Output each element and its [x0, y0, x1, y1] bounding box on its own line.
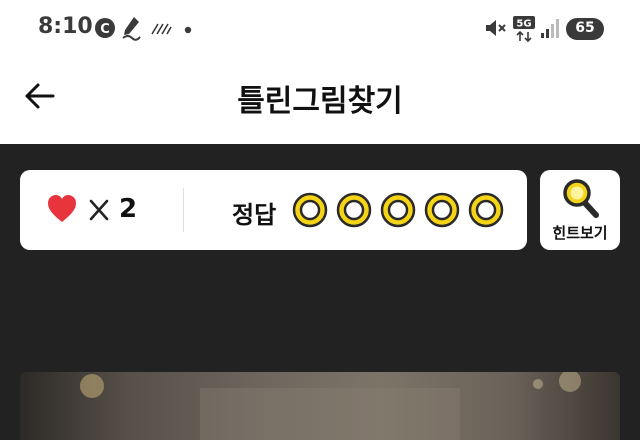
network-label: 5G — [516, 19, 531, 30]
app-bar: 틀린그림찾기 — [0, 60, 640, 144]
lives-indicator — [48, 195, 109, 222]
battery-level: 65 — [575, 20, 595, 36]
signal-icon — [541, 19, 559, 38]
page-title: 틀린그림찾기 — [237, 84, 403, 119]
lives-count: 2 — [119, 194, 138, 224]
hint-button[interactable]: 힌트보기 — [540, 170, 620, 250]
pen-icon — [122, 17, 141, 41]
heart-icon — [48, 195, 76, 222]
puzzle-photo — [80, 372, 581, 440]
answer-label: 정답 — [232, 201, 277, 229]
answer-ring — [336, 192, 372, 228]
status-bar: 8:10 C 5G 65 — [0, 0, 640, 60]
c-badge-icon: C — [95, 18, 115, 38]
dot-icon — [184, 26, 192, 34]
svg-text:C: C — [100, 22, 110, 37]
puzzle-image[interactable] — [20, 372, 620, 440]
answer-ring — [380, 192, 416, 228]
answer-ring — [292, 192, 328, 228]
answer-rings — [292, 192, 504, 228]
network-5g-icon: 5G — [513, 16, 535, 43]
hatched-icon — [151, 23, 172, 35]
hint-label: 힌트보기 — [552, 224, 608, 242]
battery-icon: 65 — [566, 18, 604, 40]
times-icon — [89, 199, 109, 221]
score-card: 2 정답 — [20, 170, 527, 250]
answer-ring — [468, 192, 504, 228]
magnifier-icon — [563, 179, 599, 218]
mute-icon — [486, 20, 506, 36]
divider — [183, 188, 184, 232]
answer-ring — [424, 192, 460, 228]
game-area: 2 정답 힌트보기 — [0, 144, 640, 440]
status-time: 8:10 — [38, 14, 93, 39]
